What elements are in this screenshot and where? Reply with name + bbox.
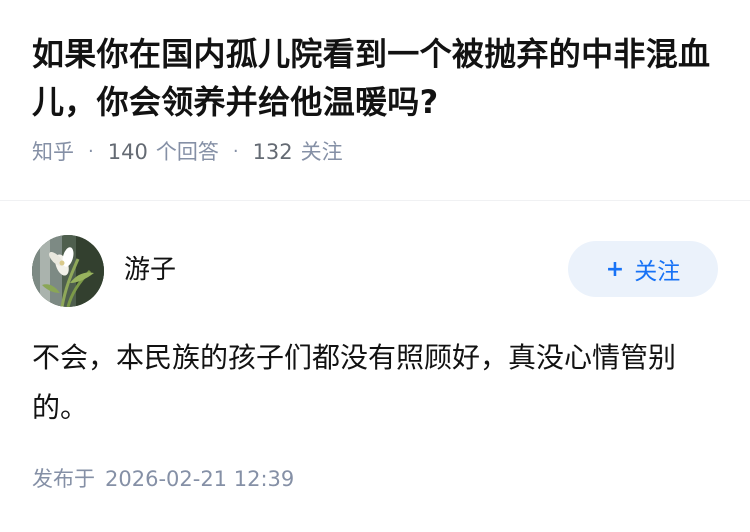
answer-footer: 发布于 2026-02-21 12:39 <box>32 463 294 493</box>
question-title[interactable]: 如果你在国内孤儿院看到一个被抛弃的中非混血儿，你会领养并给他温暖吗? <box>32 30 722 126</box>
question-header: 如果你在国内孤儿院看到一个被抛弃的中非混血儿，你会领养并给他温暖吗? 知乎 · … <box>32 30 722 166</box>
meta-separator: · <box>88 140 94 162</box>
follower-count-number: 132 <box>252 140 293 164</box>
avatar-photo-icon <box>32 235 104 307</box>
published-label: 发布于 <box>32 467 95 491</box>
answer-content[interactable]: 不会，本民族的孩子们都没有照顾好，真没心情管别的。 <box>32 333 718 433</box>
answer-count-label: 个回答 <box>155 140 219 164</box>
avatar[interactable] <box>32 235 104 307</box>
author-name[interactable]: 游子 <box>124 249 176 286</box>
follow-button-label: 关注 <box>634 259 681 285</box>
plus-icon: + <box>605 256 625 282</box>
follower-count-label: 关注 <box>300 140 343 164</box>
follower-count[interactable]: 132 关注 <box>253 136 343 166</box>
question-meta: 知乎 · 140 个回答 · 132 关注 <box>32 136 722 166</box>
meta-separator: · <box>232 140 239 162</box>
answer-card: 游子 + 关注 不会，本民族的孩子们都没有照顾好，真没心情管别的。 发布于 202… <box>32 235 718 491</box>
source-label[interactable]: 知乎 <box>32 136 74 166</box>
published-time: 2026-02-21 12:39 <box>105 467 295 491</box>
follow-button[interactable]: + 关注 <box>568 241 718 297</box>
section-divider <box>0 200 750 201</box>
answer-count-number: 140 <box>107 140 148 164</box>
author-row: 游子 + 关注 <box>32 235 718 307</box>
answer-count[interactable]: 140 个回答 <box>108 136 219 166</box>
